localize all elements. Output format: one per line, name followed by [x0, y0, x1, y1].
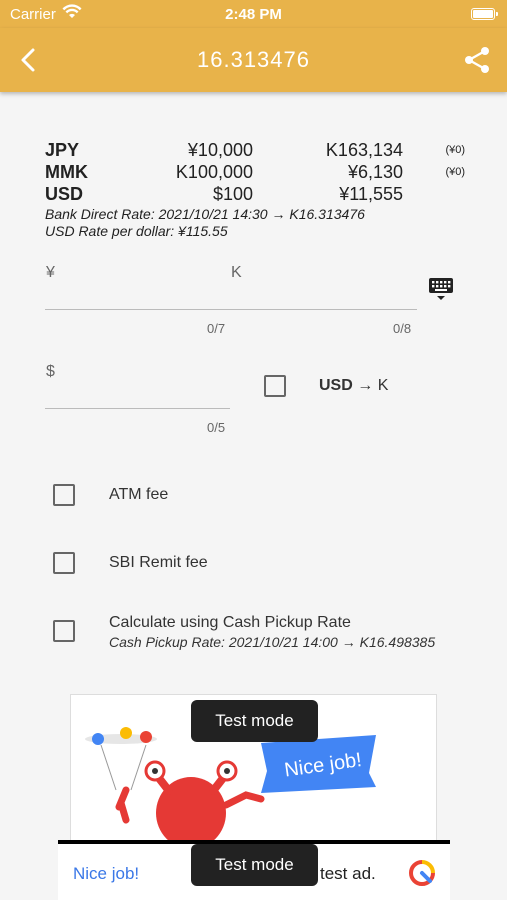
yen-field-label: ¥: [46, 264, 55, 281]
app-bar: 16.313476: [0, 28, 507, 92]
atm-fee-checkbox[interactable]: [53, 484, 75, 506]
usd-to-kyat-checkbox[interactable]: [264, 375, 286, 397]
share-icon[interactable]: [463, 45, 491, 75]
yen-input-counter: 0/7: [207, 321, 226, 336]
currency-code: MMK: [45, 162, 88, 182]
currency-code: USD: [45, 184, 84, 204]
currency-amount: K100,000: [175, 162, 253, 182]
sbi-remit-fee-label: SBI Remit fee: [109, 554, 208, 571]
kyat-input[interactable]: [230, 309, 417, 310]
fee-amount: (¥0): [445, 166, 465, 178]
kyat-input-counter: 0/8: [393, 321, 412, 336]
test-mode-toast: Test mode: [191, 700, 318, 742]
usd-input-counter: 0/5: [207, 420, 226, 435]
bank-direct-rate: Bank Direct Rate: 2021/10/21 14:30 → K16…: [45, 206, 365, 222]
kyat-field-label: K: [231, 264, 242, 281]
status-bar: Carrier 2:48 PM: [0, 0, 507, 28]
status-time: 2:48 PM: [225, 6, 282, 23]
converted-amount: ¥6,130: [347, 162, 403, 182]
fee-amount: (¥0): [445, 144, 465, 156]
currency-amount: ¥10,000: [187, 140, 253, 160]
usd-toggle-arrow: →: [357, 377, 374, 394]
battery-icon: [471, 8, 498, 20]
atm-fee-label: ATM fee: [109, 486, 169, 503]
usd-field-label: $: [46, 363, 55, 380]
keyboard-icon[interactable]: [428, 276, 454, 302]
usd-to-kyat-label: USD → K: [319, 377, 388, 395]
usd-input[interactable]: [45, 408, 230, 409]
usd-toggle-from: USD: [319, 377, 353, 394]
converted-amount: ¥11,555: [339, 184, 403, 204]
cash-pickup-label: Calculate using Cash Pickup Rate: [109, 614, 351, 631]
bottom-ad-description: test ad.: [320, 864, 376, 883]
bottom-test-mode-toast: Test mode: [191, 844, 318, 886]
rates-summary: JPY ¥10,000 K163,134 (¥0) MMK K100,000 ¥…: [45, 140, 465, 240]
adchoices-icon[interactable]: [408, 859, 436, 887]
usd-rate-per-dollar: USD Rate per dollar: ¥115.55: [45, 223, 228, 239]
page-title: 16.313476: [197, 47, 310, 72]
cash-pickup-checkbox[interactable]: [53, 620, 75, 642]
currency-amount: $100: [212, 184, 253, 204]
bottom-ad-headline: Nice job!: [73, 864, 140, 883]
converted-amount: K163,134: [325, 140, 403, 160]
usd-toggle-to: K: [377, 377, 389, 394]
cash-pickup-rate: Cash Pickup Rate: 2021/10/21 14:00 → K16…: [109, 634, 436, 650]
rate-row-usd: USD $100 ¥11,555: [45, 184, 465, 206]
rate-row-jpy: JPY ¥10,000 K163,134 (¥0): [45, 140, 465, 162]
rate-row-mmk: MMK K100,000 ¥6,130 (¥0): [45, 162, 465, 184]
yen-input[interactable]: [45, 309, 230, 310]
sbi-remit-fee-checkbox[interactable]: [53, 552, 75, 574]
currency-code: JPY: [45, 140, 80, 160]
